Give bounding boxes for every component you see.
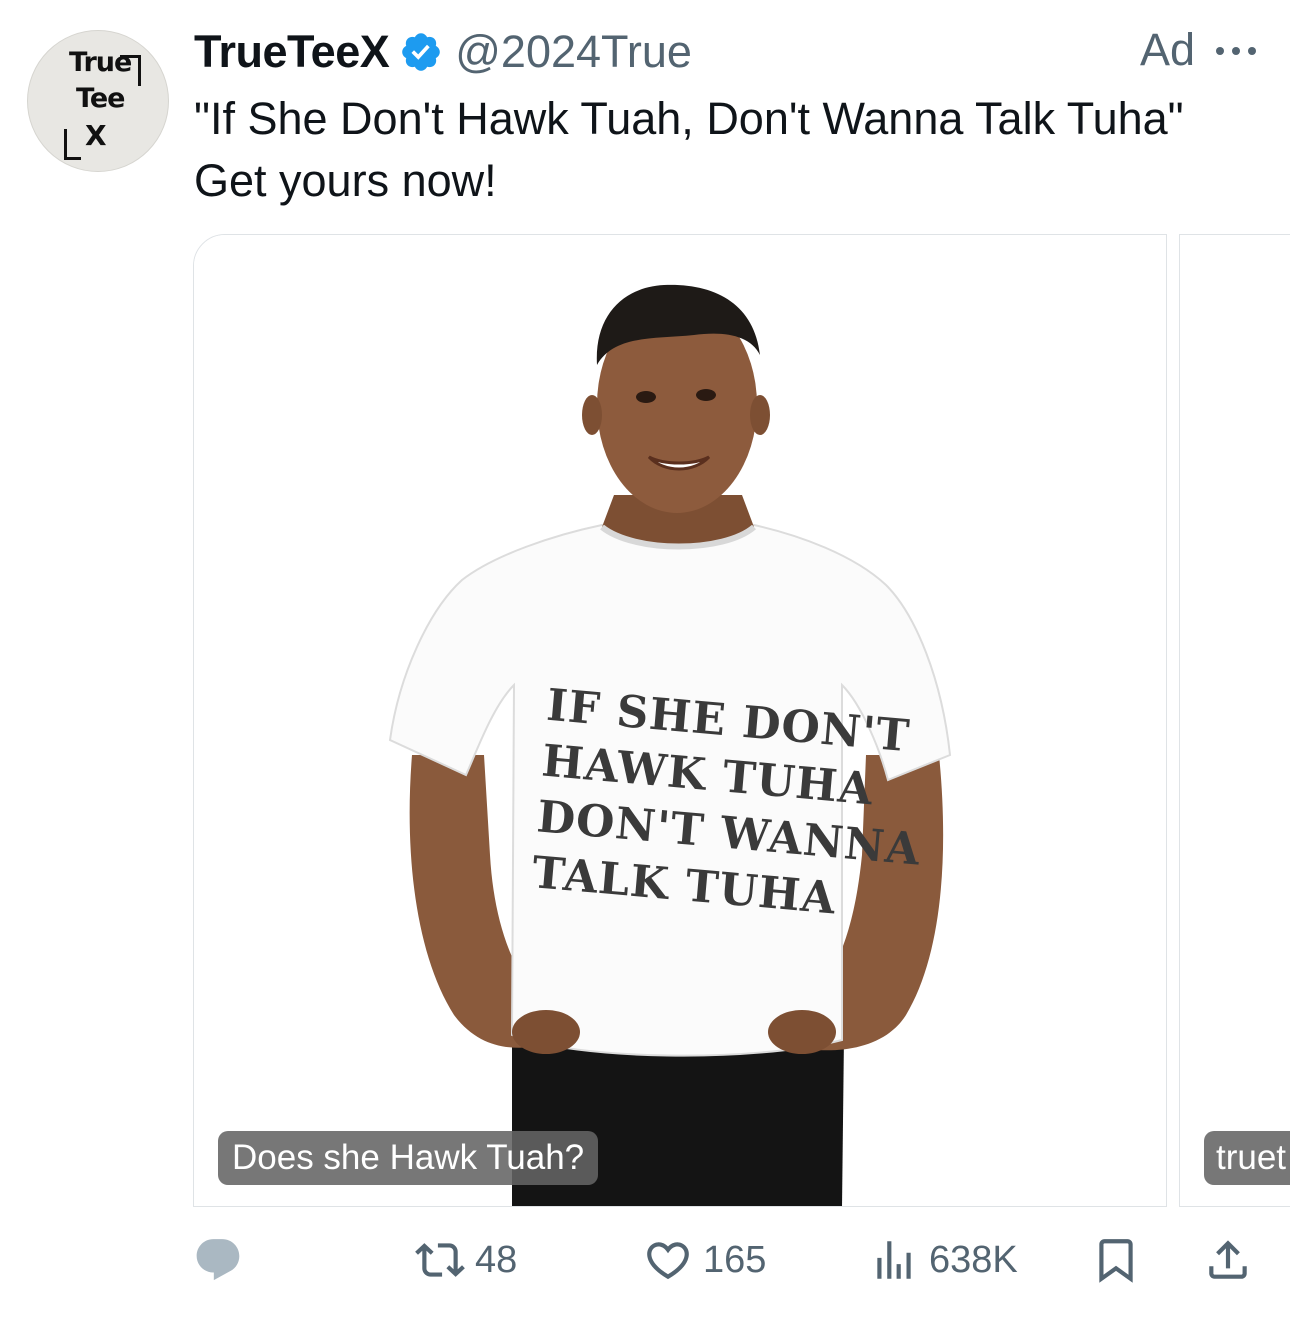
like-count: 165 <box>703 1238 767 1281</box>
brand-logo: True Tee X <box>64 47 144 160</box>
reply-button[interactable] <box>193 1228 253 1292</box>
media-caption: Does she Hawk Tuah? <box>218 1131 599 1185</box>
display-name[interactable]: TrueTeeX <box>194 26 390 78</box>
avatar[interactable]: True Tee X <box>27 30 169 172</box>
tweet-header: TrueTeeX @2024True Ad <box>194 22 1260 82</box>
share-button[interactable] <box>1203 1228 1253 1292</box>
more-dots-icon[interactable] <box>1212 38 1260 64</box>
logo-bracket-top <box>120 55 141 86</box>
tweet-text-line: Get yours now! <box>194 155 497 206</box>
view-count: 638K <box>929 1238 1018 1281</box>
shirt-print-text: IF SHE DON'T HAWK TUHA DON'T WANNA TALK … <box>530 678 922 926</box>
heart-icon <box>647 1242 689 1280</box>
views-chart-icon <box>877 1241 911 1279</box>
retweet-icon <box>415 1243 465 1277</box>
media-card-next[interactable]: truet <box>1179 234 1290 1207</box>
tweet-action-bar: 48 165 638K <box>193 1228 1263 1292</box>
logo-bracket-bottom <box>64 129 81 160</box>
ad-label: Ad <box>1139 24 1195 75</box>
reply-icon <box>196 1239 240 1281</box>
media-card[interactable]: IF SHE DON'T HAWK TUHA DON'T WANNA TALK … <box>193 234 1167 1207</box>
user-handle[interactable]: @2024True <box>455 26 692 78</box>
tweet-text: "If She Don't Hawk Tuah, Don't Wanna Tal… <box>194 88 1274 212</box>
like-button[interactable]: 165 <box>643 1228 766 1292</box>
views-button[interactable]: 638K <box>869 1228 1018 1292</box>
logo-text-x: X <box>85 119 107 152</box>
share-icon <box>1209 1240 1247 1279</box>
bookmark-icon <box>1099 1239 1133 1283</box>
verified-badge-icon <box>402 33 441 71</box>
retweet-count: 48 <box>475 1238 518 1281</box>
media-caption: truet <box>1204 1131 1290 1185</box>
bookmark-button[interactable] <box>1091 1228 1141 1292</box>
logo-text-tee: Tee <box>76 83 125 114</box>
retweet-button[interactable]: 48 <box>415 1228 517 1292</box>
tweet-text-line: "If She Don't Hawk Tuah, Don't Wanna Tal… <box>194 93 1184 144</box>
